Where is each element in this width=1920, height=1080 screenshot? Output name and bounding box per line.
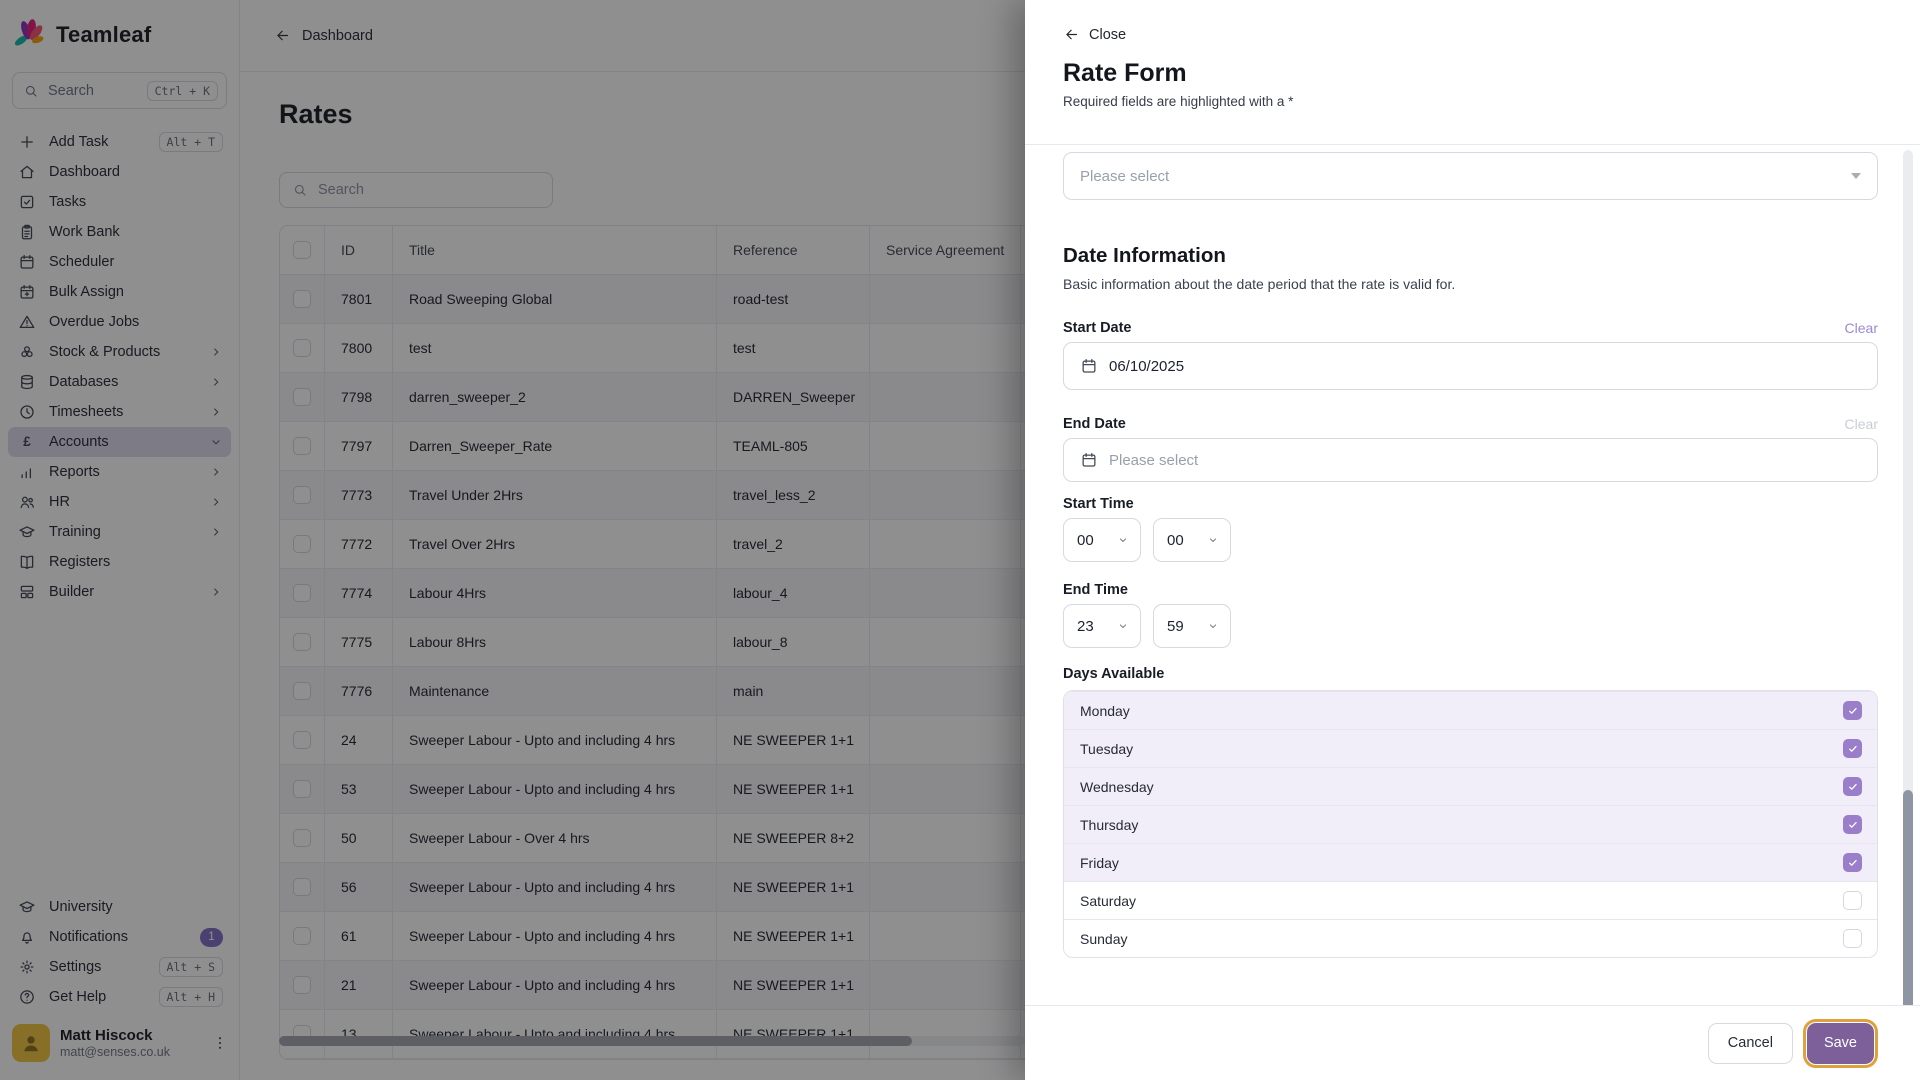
day-checkbox[interactable] [1843, 777, 1862, 796]
chevron-down-icon [1117, 620, 1129, 632]
drawer-header: Close Rate Form Required fields are high… [1025, 0, 1920, 145]
end-time-hour-value: 23 [1077, 618, 1094, 635]
day-label: Thursday [1080, 817, 1138, 833]
end-date-placeholder: Please select [1109, 452, 1198, 469]
end-time-minute-select[interactable]: 59 [1153, 604, 1231, 648]
dropdown-arrow-icon [1851, 173, 1861, 179]
day-checkbox[interactable] [1843, 891, 1862, 910]
end-time-minute-value: 59 [1167, 618, 1184, 635]
days-available-list: Monday Tuesday Wednesday Thursday Friday [1063, 690, 1878, 958]
vertical-scrollbar-thumb[interactable] [1903, 790, 1913, 1036]
top-select-placeholder: Please select [1080, 168, 1169, 185]
day-checkbox[interactable] [1843, 701, 1862, 720]
day-checkbox[interactable] [1843, 815, 1862, 834]
start-date-clear-button[interactable]: Clear [1845, 320, 1878, 336]
chevron-down-icon [1207, 534, 1219, 546]
day-checkbox[interactable] [1843, 739, 1862, 758]
close-button[interactable]: Close [1063, 26, 1126, 43]
section-title: Date Information [1063, 242, 1878, 269]
end-time-hour-select[interactable]: 23 [1063, 604, 1141, 648]
top-select[interactable]: Please select [1063, 152, 1878, 200]
start-time-minute-value: 00 [1167, 532, 1184, 549]
end-date-input[interactable]: Please select [1063, 438, 1878, 482]
close-label: Close [1089, 27, 1126, 43]
day-label: Tuesday [1080, 741, 1133, 757]
day-row[interactable]: Tuesday [1064, 729, 1877, 767]
drawer-body: Please select Date Information Basic inf… [1025, 145, 1920, 1005]
start-date-label: Start Date [1063, 320, 1132, 336]
day-label: Saturday [1080, 893, 1136, 909]
drawer-footer: Cancel Save [1025, 1005, 1920, 1080]
day-checkbox[interactable] [1843, 853, 1862, 872]
app-screen: Teamleaf Search Ctrl + K Add Task Alt + … [0, 0, 1920, 1080]
day-row[interactable]: Wednesday [1064, 767, 1877, 805]
chevron-down-icon [1117, 534, 1129, 546]
drawer-title: Rate Form [1063, 58, 1876, 88]
start-time-hour-value: 00 [1077, 532, 1094, 549]
day-checkbox[interactable] [1843, 929, 1862, 948]
start-time-minute-select[interactable]: 00 [1153, 518, 1231, 562]
end-date-clear-button: Clear [1845, 416, 1878, 432]
day-row[interactable]: Thursday [1064, 805, 1877, 843]
day-label: Friday [1080, 855, 1119, 871]
day-label: Monday [1080, 703, 1130, 719]
start-time-hour-select[interactable]: 00 [1063, 518, 1141, 562]
day-row[interactable]: Saturday [1064, 881, 1877, 919]
day-row[interactable]: Sunday [1064, 919, 1877, 957]
start-time-label: Start Time [1063, 496, 1878, 512]
vertical-scrollbar-track [1903, 150, 1913, 1038]
day-row[interactable]: Monday [1064, 691, 1877, 729]
cancel-button[interactable]: Cancel [1708, 1023, 1793, 1064]
drawer-subtitle: Required fields are highlighted with a * [1063, 94, 1876, 109]
end-date-label: End Date [1063, 416, 1126, 432]
end-time-label: End Time [1063, 582, 1878, 598]
calendar-icon [1080, 357, 1098, 375]
rate-form-drawer: Close Rate Form Required fields are high… [1025, 0, 1920, 1080]
section-description: Basic information about the date period … [1063, 276, 1878, 292]
days-available-label: Days Available [1063, 666, 1878, 682]
start-date-input[interactable]: 06/10/2025 [1063, 342, 1878, 390]
start-date-value: 06/10/2025 [1109, 358, 1184, 375]
day-row[interactable]: Friday [1064, 843, 1877, 881]
arrow-left-icon [1063, 26, 1080, 43]
chevron-down-icon [1207, 620, 1219, 632]
calendar-icon [1080, 451, 1098, 469]
day-label: Sunday [1080, 931, 1127, 947]
save-button[interactable]: Save [1807, 1023, 1874, 1064]
day-label: Wednesday [1080, 779, 1154, 795]
